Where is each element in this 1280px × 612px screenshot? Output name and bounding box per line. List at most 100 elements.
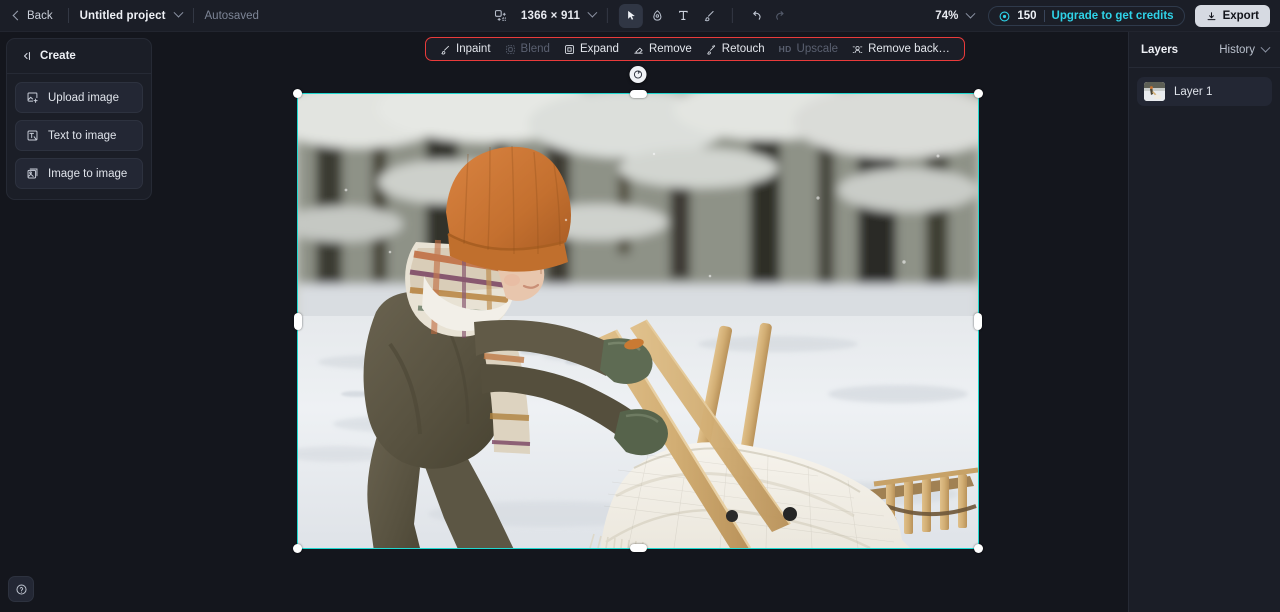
resize-handle-bottom-right[interactable] bbox=[974, 544, 983, 553]
rotate-icon bbox=[633, 70, 643, 79]
image-to-image-label: Image to image bbox=[48, 167, 128, 180]
divider bbox=[1043, 10, 1045, 22]
zoom-level-label: 74% bbox=[935, 10, 959, 22]
text-tool-button[interactable] bbox=[671, 4, 695, 28]
resize-handle-middle-right[interactable] bbox=[974, 313, 982, 330]
redo-button[interactable] bbox=[768, 4, 792, 28]
resize-canvas-icon[interactable] bbox=[488, 4, 512, 28]
blend-icon bbox=[505, 44, 515, 54]
blob-shape-icon bbox=[653, 10, 662, 21]
inpaint-tool-button[interactable]: Inpaint bbox=[433, 40, 498, 58]
header-center-group: 1366 × 911 bbox=[488, 3, 792, 28]
blend-label: Blend bbox=[520, 43, 550, 55]
header-left-group: Back Untitled project Autosaved bbox=[0, 7, 259, 25]
layers-panel: Layers History Layer 1 bbox=[1128, 32, 1280, 612]
resize-handle-top-left[interactable] bbox=[293, 89, 302, 98]
layer-thumbnail bbox=[1144, 82, 1165, 101]
collapse-panel-icon bbox=[23, 52, 30, 60]
remove-background-icon bbox=[852, 45, 863, 53]
autosaved-status: Autosaved bbox=[204, 9, 259, 22]
download-icon bbox=[1207, 11, 1216, 20]
resize-handle-top-right[interactable] bbox=[974, 89, 983, 98]
create-panel-header[interactable]: Create bbox=[7, 39, 151, 74]
layer-list-item[interactable]: Layer 1 bbox=[1137, 77, 1272, 106]
resize-handle-bottom-left[interactable] bbox=[293, 544, 302, 553]
back-button-label: Back bbox=[27, 9, 53, 22]
canvas-area[interactable] bbox=[152, 32, 1128, 612]
history-dropdown[interactable]: History bbox=[1219, 42, 1271, 56]
upgrade-credits-link[interactable]: Upgrade to get credits bbox=[1052, 10, 1174, 22]
create-panel-items: Upload image Text to image Image to imag… bbox=[7, 74, 151, 199]
divider bbox=[67, 8, 69, 23]
image-to-image-button[interactable]: Image to image bbox=[15, 158, 143, 189]
export-button-label: Export bbox=[1222, 10, 1259, 22]
history-label: History bbox=[1219, 44, 1255, 56]
remove-background-label: Remove back… bbox=[868, 43, 950, 55]
expand-icon bbox=[565, 44, 574, 54]
back-button[interactable]: Back bbox=[10, 7, 57, 25]
app-root: Back Untitled project Autosaved 1366 × 9… bbox=[0, 0, 1280, 612]
layer-label: Layer 1 bbox=[1174, 85, 1213, 98]
resize-handle-bottom-center[interactable] bbox=[630, 544, 647, 552]
retouch-tool-button[interactable]: Retouch bbox=[699, 40, 772, 58]
retouch-icon bbox=[707, 44, 715, 55]
image-selection-frame[interactable] bbox=[293, 66, 983, 553]
inpaint-label: Inpaint bbox=[456, 43, 491, 55]
cursor-select-icon bbox=[627, 10, 635, 20]
zoom-dropdown-chevron-down-icon[interactable] bbox=[965, 8, 976, 19]
shape-tool-button[interactable] bbox=[645, 4, 669, 28]
brush-icon bbox=[704, 11, 714, 22]
divider bbox=[732, 8, 734, 23]
chevron-left-icon bbox=[12, 10, 23, 21]
resize-handle-middle-left[interactable] bbox=[294, 313, 302, 330]
image-to-image-icon bbox=[27, 168, 38, 179]
edit-toolbar: Inpaint Blend Expand Remove Retouch HD U… bbox=[425, 37, 965, 61]
cursor-select-tool-button[interactable] bbox=[619, 3, 644, 28]
upload-image-icon bbox=[27, 92, 38, 103]
project-title: Untitled project bbox=[79, 9, 166, 22]
brush-tool-button[interactable] bbox=[697, 4, 721, 28]
layers-panel-title: Layers bbox=[1141, 44, 1179, 56]
credits-count: 150 bbox=[1017, 10, 1037, 22]
redo-icon bbox=[776, 11, 784, 20]
inpaint-icon bbox=[441, 45, 449, 54]
remove-label: Remove bbox=[648, 43, 692, 55]
dimensions-dropdown-chevron-down-icon[interactable] bbox=[587, 7, 598, 18]
header-right-group: 74% 150 Upgrade to get credits Export bbox=[935, 0, 1270, 32]
remove-background-button[interactable]: Remove back… bbox=[845, 40, 957, 58]
help-button[interactable] bbox=[8, 576, 34, 602]
rotate-handle[interactable] bbox=[629, 66, 647, 83]
divider bbox=[192, 8, 194, 23]
create-panel-title: Create bbox=[40, 50, 76, 62]
text-to-image-label: Text to image bbox=[48, 129, 117, 142]
canvas-image[interactable] bbox=[297, 93, 979, 549]
canvas-dimensions-label: 1366 × 911 bbox=[520, 9, 581, 22]
credits-pill[interactable]: 150 Upgrade to get credits bbox=[988, 6, 1185, 26]
project-dropdown-chevron-down-icon[interactable] bbox=[173, 7, 183, 18]
retouch-label: Retouch bbox=[721, 43, 765, 55]
tool-group bbox=[619, 3, 721, 28]
expand-tool-button[interactable]: Expand bbox=[557, 40, 626, 58]
upload-image-label: Upload image bbox=[48, 91, 119, 104]
upload-image-button[interactable]: Upload image bbox=[15, 82, 143, 113]
expand-label: Expand bbox=[579, 43, 619, 55]
upscale-label: Upscale bbox=[796, 43, 839, 55]
text-tool-icon bbox=[678, 10, 688, 20]
layers-panel-header: Layers History bbox=[1129, 32, 1280, 68]
resize-handle-top-center[interactable] bbox=[630, 90, 647, 98]
upscale-tool-button[interactable]: HD Upscale bbox=[772, 40, 845, 58]
blend-tool-button[interactable]: Blend bbox=[498, 40, 557, 58]
app-header: Back Untitled project Autosaved 1366 × 9… bbox=[0, 0, 1280, 32]
undo-icon bbox=[752, 11, 761, 20]
text-to-image-button[interactable]: Text to image bbox=[15, 120, 143, 151]
history-chevron-down-icon bbox=[1260, 42, 1271, 53]
remove-tool-button[interactable]: Remove bbox=[626, 40, 699, 58]
hd-badge: HD bbox=[778, 44, 792, 54]
undo-button[interactable] bbox=[744, 4, 768, 28]
layer-thumbnail-image bbox=[1144, 82, 1165, 101]
layers-list: Layer 1 bbox=[1129, 68, 1280, 115]
remove-eraser-icon bbox=[634, 47, 643, 54]
text-to-image-icon bbox=[27, 130, 38, 141]
winter-child-sled-photo bbox=[298, 94, 978, 548]
export-button[interactable]: Export bbox=[1194, 5, 1270, 27]
